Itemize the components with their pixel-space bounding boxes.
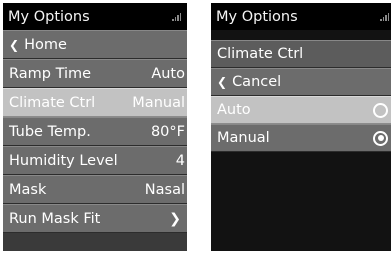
option-label: Auto bbox=[217, 102, 251, 118]
menu-item-label: Mask bbox=[9, 181, 47, 198]
radio-selected-icon[interactable] bbox=[373, 130, 388, 146]
chevron-left-icon: ❮ bbox=[217, 75, 228, 89]
menu-item-value: Manual bbox=[132, 94, 185, 111]
option-auto[interactable]: Auto bbox=[211, 96, 391, 124]
radio-unselected-icon[interactable] bbox=[373, 102, 388, 118]
chevron-right-icon: ❯ bbox=[169, 210, 181, 227]
screen-title: My Options bbox=[8, 8, 90, 25]
screen-title: My Options bbox=[216, 8, 298, 25]
home-label: Home bbox=[24, 36, 67, 53]
signal-strength-icon bbox=[380, 12, 389, 21]
menu-item-value: Nasal bbox=[144, 181, 185, 198]
menu-item-ramp-time[interactable]: Ramp Time Auto bbox=[3, 59, 187, 88]
option-manual[interactable]: Manual bbox=[211, 124, 391, 152]
title-bar: My Options bbox=[211, 3, 391, 30]
menu-item-label: Ramp Time bbox=[9, 65, 92, 82]
submenu-title: Climate Ctrl bbox=[217, 46, 304, 62]
submenu-header: Climate Ctrl bbox=[211, 40, 391, 68]
menu-item-humidity-level[interactable]: Humidity Level 4 bbox=[3, 146, 187, 175]
cancel-label: Cancel bbox=[232, 74, 282, 90]
chevron-left-icon: ❮ bbox=[9, 37, 20, 52]
menu-item-value: Auto bbox=[151, 65, 185, 82]
menu-item-tube-temp[interactable]: Tube Temp. 80°F bbox=[3, 117, 187, 146]
menu-item-run-mask-fit[interactable]: Run Mask Fit ❯ bbox=[3, 204, 187, 233]
climate-ctrl-submenu-screen: My Options Climate Ctrl ❮ Cancel Auto Ma… bbox=[211, 3, 391, 251]
home-button[interactable]: ❮ Home bbox=[3, 30, 187, 59]
signal-strength-icon bbox=[172, 12, 181, 21]
option-label: Manual bbox=[217, 130, 270, 146]
menu-item-label: Run Mask Fit bbox=[9, 210, 101, 227]
menu-item-label: Climate Ctrl bbox=[9, 94, 96, 111]
menu-item-climate-ctrl[interactable]: Climate Ctrl Manual bbox=[3, 88, 187, 117]
menu-item-label: Humidity Level bbox=[9, 152, 118, 169]
menu-item-mask[interactable]: Mask Nasal bbox=[3, 175, 187, 204]
menu-item-value: 80°F bbox=[150, 123, 185, 140]
cancel-button[interactable]: ❮ Cancel bbox=[211, 68, 391, 96]
options-menu-screen: My Options ❮ Home Ramp Time Auto Climate… bbox=[3, 3, 187, 251]
title-bar: My Options bbox=[3, 3, 187, 30]
menu-item-label: Tube Temp. bbox=[9, 123, 91, 140]
menu-item-value: 4 bbox=[175, 152, 185, 169]
